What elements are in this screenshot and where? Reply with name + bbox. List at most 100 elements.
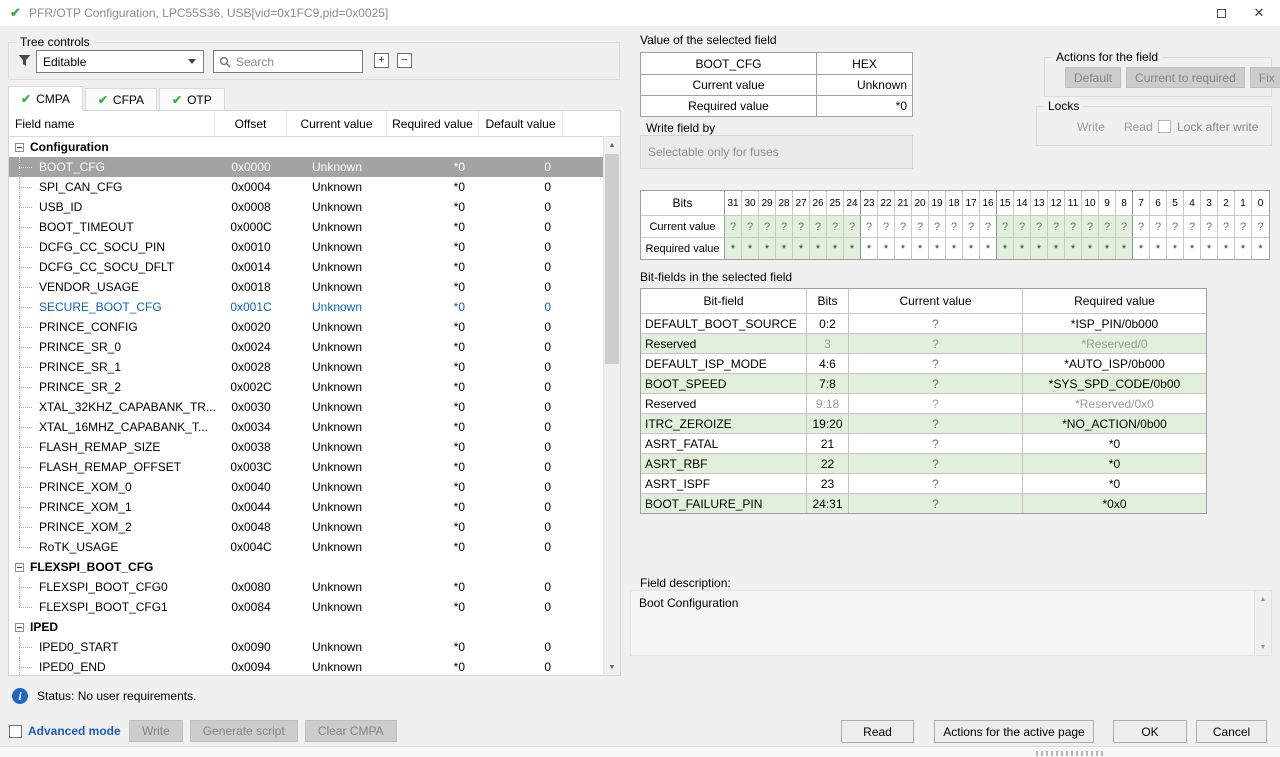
scroll-down-arrow[interactable]: ▼: [604, 659, 620, 675]
field-table-scrollbar[interactable]: ▲ ▼: [603, 137, 620, 675]
field-row-XTAL_16MHZ_CAPABANK_T...[interactable]: XTAL_16MHZ_CAPABANK_T...0x0034Unknown*00: [9, 417, 603, 437]
required-value[interactable]: *0: [817, 96, 912, 116]
bitfield-required-value[interactable]: *SYS_SPD_CODE/0b00: [1023, 374, 1206, 393]
cancel-button[interactable]: Cancel: [1196, 720, 1267, 743]
field-row-FLASH_REMAP_OFFSET[interactable]: FLASH_REMAP_OFFSET0x003CUnknown*00: [9, 457, 603, 477]
field-row-PRINCE_XOM_1[interactable]: PRINCE_XOM_10x0044Unknown*00: [9, 497, 603, 517]
bitfield-row-DEFAULT_ISP_MODE[interactable]: DEFAULT_ISP_MODE4:6?*AUTO_ISP/0b000: [641, 353, 1206, 373]
column-header-current-value[interactable]: Current value: [287, 111, 387, 136]
column-header-required-value[interactable]: Required value: [387, 111, 479, 136]
bit-required-15[interactable]: *: [997, 237, 1014, 259]
field-row-IPED0_START[interactable]: IPED0_START0x0090Unknown*00: [9, 637, 603, 657]
field-row-SPI_CAN_CFG[interactable]: SPI_CAN_CFG0x0004Unknown*00: [9, 177, 603, 197]
bitfield-required-value[interactable]: *0: [1023, 474, 1206, 493]
bitfield-row-DEFAULT_BOOT_SOURCE[interactable]: DEFAULT_BOOT_SOURCE0:2?*ISP_PIN/0b000: [641, 313, 1206, 333]
field-row-PRINCE_SR_1[interactable]: PRINCE_SR_10x0028Unknown*00: [9, 357, 603, 377]
bitfield-required-value[interactable]: *NO_ACTION/0b00: [1023, 414, 1206, 433]
bit-required-6[interactable]: *: [1150, 237, 1167, 259]
lock-write-button[interactable]: Write: [1077, 120, 1105, 134]
actions-for-active-page-button[interactable]: Actions for the active page: [934, 720, 1094, 743]
tab-cfpa[interactable]: ✔ CFPA: [85, 88, 157, 111]
bit-required-3[interactable]: *: [1201, 237, 1218, 259]
scroll-up-arrow[interactable]: ▲: [604, 137, 620, 153]
default-button[interactable]: Default: [1065, 67, 1121, 88]
description-scrollbar[interactable]: ▲ ▼: [1254, 591, 1271, 655]
bit-required-7[interactable]: *: [1133, 237, 1150, 259]
field-row-BOOT_TIMEOUT[interactable]: BOOT_TIMEOUT0x000CUnknown*00: [9, 217, 603, 237]
bit-required-29[interactable]: *: [759, 237, 776, 259]
bit-required-16[interactable]: *: [980, 237, 997, 259]
field-row-USB_ID[interactable]: USB_ID0x0008Unknown*00: [9, 197, 603, 217]
field-row-BOOT_CFG[interactable]: BOOT_CFG0x0000Unknown*00: [9, 157, 603, 177]
generate-script-button[interactable]: Generate script: [190, 720, 298, 742]
bitfield-row-ASRT_FATAL[interactable]: ASRT_FATAL21?*0: [641, 433, 1206, 453]
search-input[interactable]: [236, 55, 362, 69]
close-button[interactable]: ✕: [1240, 0, 1278, 26]
tree-collapse-icon[interactable]: [15, 143, 24, 152]
bitfield-required-value[interactable]: *0x0: [1023, 494, 1206, 513]
bit-required-11[interactable]: *: [1065, 237, 1082, 259]
bit-required-0[interactable]: *: [1252, 237, 1269, 259]
scroll-up-arrow[interactable]: ▲: [1255, 591, 1271, 607]
bit-required-30[interactable]: *: [742, 237, 759, 259]
column-header-offset[interactable]: Offset: [215, 111, 287, 136]
bitfield-row-BOOT_FAILURE_PIN[interactable]: BOOT_FAILURE_PIN24:31?*0x0: [641, 493, 1206, 513]
bit-required-13[interactable]: *: [1031, 237, 1048, 259]
expand-all-button[interactable]: +: [374, 53, 389, 68]
field-row-SECURE_BOOT_CFG[interactable]: SECURE_BOOT_CFG0x001CUnknown*00: [9, 297, 603, 317]
tab-cmpa[interactable]: ✔ CMPA: [8, 86, 83, 111]
lock-after-write-checkbox[interactable]: [1158, 120, 1171, 133]
field-row-DCFG_CC_SOCU_PIN[interactable]: DCFG_CC_SOCU_PIN0x0010Unknown*00: [9, 237, 603, 257]
bit-required-18[interactable]: *: [946, 237, 963, 259]
bit-required-25[interactable]: *: [827, 237, 844, 259]
tree-collapse-icon[interactable]: [15, 623, 24, 632]
bit-required-12[interactable]: *: [1048, 237, 1065, 259]
bit-required-5[interactable]: *: [1167, 237, 1184, 259]
group-row-FLEXSPI_BOOT_CFG[interactable]: FLEXSPI_BOOT_CFG: [9, 557, 603, 577]
bit-required-20[interactable]: *: [912, 237, 929, 259]
bit-required-4[interactable]: *: [1184, 237, 1201, 259]
bit-required-23[interactable]: *: [861, 237, 878, 259]
bit-required-22[interactable]: *: [878, 237, 895, 259]
maximize-button[interactable]: [1202, 0, 1240, 26]
lock-read-button[interactable]: Read: [1124, 120, 1153, 134]
write-button[interactable]: Write: [129, 720, 183, 742]
field-row-DCFG_CC_SOCU_DFLT[interactable]: DCFG_CC_SOCU_DFLT0x0014Unknown*00: [9, 257, 603, 277]
fix-button[interactable]: Fix: [1250, 67, 1280, 88]
bit-required-14[interactable]: *: [1014, 237, 1031, 259]
value-format[interactable]: HEX: [817, 53, 912, 74]
collapse-all-button[interactable]: −: [397, 53, 412, 68]
bit-required-8[interactable]: *: [1116, 237, 1133, 259]
bitfield-required-value[interactable]: *Reserved/0: [1023, 334, 1206, 353]
column-header-default-value[interactable]: Default value: [479, 111, 563, 136]
scroll-thumb[interactable]: [605, 154, 619, 364]
bit-required-1[interactable]: *: [1235, 237, 1252, 259]
advanced-mode-checkbox[interactable]: [9, 725, 22, 738]
field-row-RoTK_USAGE[interactable]: RoTK_USAGE0x004CUnknown*00: [9, 537, 603, 557]
bitfield-required-value[interactable]: *0: [1023, 434, 1206, 453]
bitfield-row-ASRT_ISPF[interactable]: ASRT_ISPF23?*0: [641, 473, 1206, 493]
field-row-PRINCE_SR_0[interactable]: PRINCE_SR_00x0024Unknown*00: [9, 337, 603, 357]
bitfield-required-value[interactable]: *Reserved/0x0: [1023, 394, 1206, 413]
column-header-field-name[interactable]: Field name: [9, 111, 215, 136]
bitfield-row-Reserved[interactable]: Reserved9:18?*Reserved/0x0: [641, 393, 1206, 413]
scroll-down-arrow[interactable]: ▼: [1255, 639, 1271, 655]
write-field-by-combo[interactable]: Selectable only for fuses: [640, 135, 913, 169]
field-row-VENDOR_USAGE[interactable]: VENDOR_USAGE0x0018Unknown*00: [9, 277, 603, 297]
field-row-PRINCE_SR_2[interactable]: PRINCE_SR_20x002CUnknown*00: [9, 377, 603, 397]
bit-required-17[interactable]: *: [963, 237, 980, 259]
field-row-PRINCE_XOM_0[interactable]: PRINCE_XOM_00x0040Unknown*00: [9, 477, 603, 497]
group-row-IPED[interactable]: IPED: [9, 617, 603, 637]
filter-combo[interactable]: Editable: [36, 50, 204, 73]
bit-required-19[interactable]: *: [929, 237, 946, 259]
clear-cmpa-button[interactable]: Clear CMPA: [305, 720, 397, 742]
field-row-PRINCE_XOM_2[interactable]: PRINCE_XOM_20x0048Unknown*00: [9, 517, 603, 537]
field-row-FLEXSPI_BOOT_CFG0[interactable]: FLEXSPI_BOOT_CFG00x0080Unknown*00: [9, 577, 603, 597]
bitfield-row-Reserved[interactable]: Reserved3?*Reserved/0: [641, 333, 1206, 353]
field-row-FLEXSPI_BOOT_CFG1[interactable]: FLEXSPI_BOOT_CFG10x0084Unknown*00: [9, 597, 603, 617]
read-button[interactable]: Read: [841, 720, 914, 743]
bitfield-required-value[interactable]: *ISP_PIN/0b000: [1023, 314, 1206, 333]
bitfield-required-value[interactable]: *0: [1023, 454, 1206, 473]
tab-otp[interactable]: ✔ OTP: [159, 88, 225, 111]
group-row-Configuration[interactable]: Configuration: [9, 137, 603, 157]
